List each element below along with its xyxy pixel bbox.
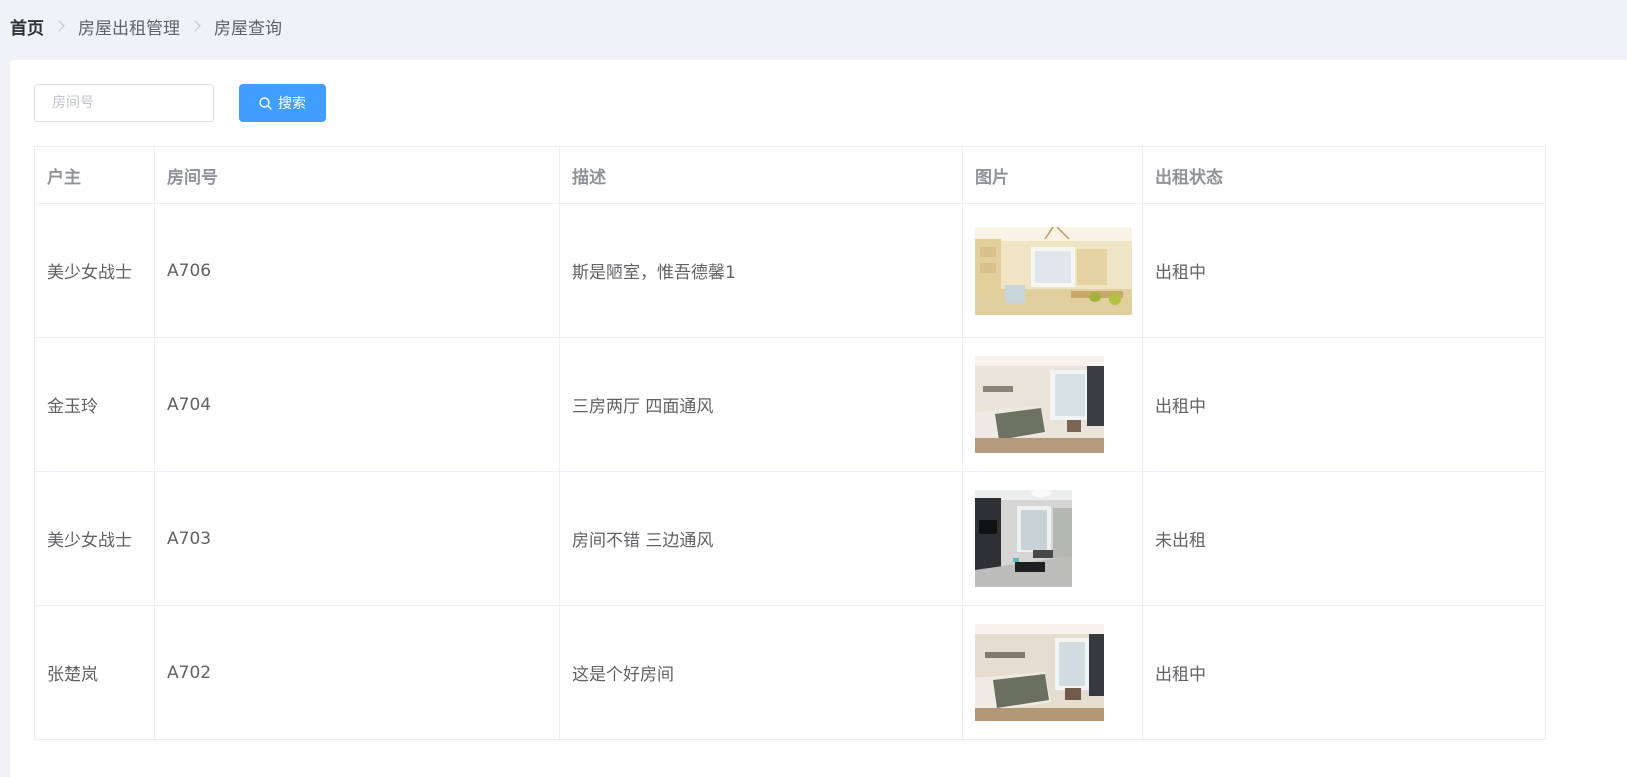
table-row: 美少女战士 A706 斯是陋室，惟吾德馨1 出租中	[34, 203, 1546, 338]
owner-cell: 美少女战士	[34, 471, 155, 606]
search-button-label: 搜索	[278, 96, 306, 112]
description-cell: 三房两厅 四面通风	[559, 337, 963, 472]
search-button[interactable]: 搜索	[239, 84, 326, 122]
description-cell: 这是个好房间	[559, 605, 963, 740]
living-room-tv-photo	[975, 490, 1072, 587]
column-header-room-number: 房间号	[154, 146, 560, 204]
breadcrumb-home[interactable]: 首页	[10, 14, 44, 39]
column-header-image: 图片	[962, 146, 1143, 204]
rental-status-cell: 未出租	[1142, 471, 1546, 606]
rental-status-cell: 出租中	[1142, 337, 1546, 472]
room-number-cell: A702	[154, 605, 560, 740]
table-row: 金玉玲 A704 三房两厅 四面通风 出租中	[34, 337, 1546, 472]
column-header-description: 描述	[559, 146, 963, 204]
image-cell	[962, 471, 1143, 606]
description-cell: 斯是陋室，惟吾德馨1	[559, 203, 963, 338]
bedroom-photo	[975, 356, 1104, 453]
living-room-photo	[975, 226, 1132, 315]
table-row: 美少女战士 A703 房间不错 三边通风 未出租	[34, 471, 1546, 606]
column-header-owner: 户主	[34, 146, 155, 204]
rental-status-cell: 出租中	[1142, 605, 1546, 740]
room-number-cell: A703	[154, 471, 560, 606]
chevron-right-icon	[189, 20, 201, 32]
owner-cell: 美少女战士	[34, 203, 155, 338]
chevron-right-icon	[53, 20, 65, 32]
image-cell	[962, 605, 1143, 740]
main-panel: 搜索 户主 房间号 描述 图片 出租状态 美少女战士 A706 斯是陋室，惟吾德…	[10, 60, 1627, 777]
room-number-cell: A706	[154, 203, 560, 338]
owner-cell: 张楚岚	[34, 605, 155, 740]
table-header-row: 户主 房间号 描述 图片 出租状态	[34, 146, 1546, 204]
image-cell	[962, 203, 1143, 338]
room-number-search-input[interactable]	[34, 84, 214, 122]
room-number-cell: A704	[154, 337, 560, 472]
rental-status-cell: 出租中	[1142, 203, 1546, 338]
description-cell: 房间不错 三边通风	[559, 471, 963, 606]
breadcrumb-house-query: 房屋查询	[214, 18, 282, 39]
bedroom-photo	[975, 624, 1104, 721]
table-row: 张楚岚 A702 这是个好房间 出租中	[34, 605, 1546, 740]
owner-cell: 金玉玲	[34, 337, 155, 472]
search-icon	[259, 96, 272, 110]
breadcrumb-rental-management[interactable]: 房屋出租管理	[78, 14, 180, 39]
image-cell	[962, 337, 1143, 472]
breadcrumb: 首页 房屋出租管理 房屋查询	[10, 14, 282, 39]
house-table: 户主 房间号 描述 图片 出租状态 美少女战士 A706 斯是陋室，惟吾德馨1	[34, 146, 1546, 740]
column-header-rental-status: 出租状态	[1142, 146, 1546, 204]
